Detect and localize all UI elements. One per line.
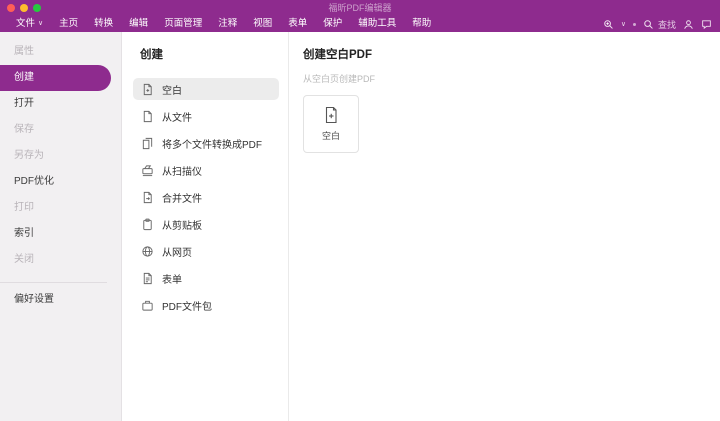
create-item-label: 从文件 xyxy=(162,112,192,124)
zoom-tools-icon[interactable] xyxy=(603,19,614,30)
combine-files-icon xyxy=(141,191,154,204)
close-window-button[interactable] xyxy=(7,4,15,12)
account-icon[interactable] xyxy=(683,19,694,30)
menu-convert[interactable]: 转换 xyxy=(86,16,121,32)
clipboard-icon xyxy=(141,218,154,231)
traffic-lights xyxy=(7,4,41,12)
create-item-combine-files[interactable]: 合并文件 xyxy=(133,186,279,208)
menu-help[interactable]: 帮助 xyxy=(404,16,439,32)
create-item-blank[interactable]: 空白 xyxy=(133,78,279,100)
blank-doc-icon xyxy=(141,83,154,96)
minimize-window-button[interactable] xyxy=(20,4,28,12)
menu-home[interactable]: 主页 xyxy=(51,16,86,32)
zoom-window-button[interactable] xyxy=(33,4,41,12)
create-item-from-scanner[interactable]: 从扫描仪 xyxy=(133,159,279,181)
menu-file-label: 文件 xyxy=(16,18,36,29)
menu-page-management[interactable]: 页面管理 xyxy=(156,16,210,32)
create-list: 空白 从文件 将多个文件转换成PDF 从扫描仪 合并文件 从剪贴板 从网页 表单… xyxy=(133,78,288,316)
detail-panel: 创建空白PDF 从空白页创建PDF 空白 xyxy=(289,32,720,421)
create-item-pdf-portfolio[interactable]: PDF文件包 xyxy=(133,294,279,316)
sidebar-item-pdf-optimize[interactable]: PDF优化 xyxy=(0,169,121,195)
chevron-down-icon[interactable]: ∨ xyxy=(621,20,626,28)
menu-file[interactable]: 文件 ∨ xyxy=(8,16,51,32)
find-field-label[interactable]: 查找 xyxy=(658,18,676,31)
portfolio-icon xyxy=(141,299,154,312)
multiple-files-icon xyxy=(141,137,154,150)
menu-view[interactable]: 视图 xyxy=(245,16,280,32)
create-item-form[interactable]: 表单 xyxy=(133,267,279,289)
sidebar-item-close: 关闭 xyxy=(14,254,34,265)
create-item-from-file[interactable]: 从文件 xyxy=(133,105,279,127)
titlebar: 福昕PDF编辑器 xyxy=(0,0,720,16)
create-panel: 创建 空白 从文件 将多个文件转换成PDF 从扫描仪 合并文件 从剪贴板 从网页… xyxy=(122,32,289,421)
sidebar-item-save: 保存 xyxy=(14,124,34,135)
create-item-label: 合并文件 xyxy=(162,193,202,205)
detail-panel-title: 创建空白PDF xyxy=(303,49,372,61)
backstage-view: 属性 创建 打开 保存 另存为 PDF优化 打印 索引 关闭 偏好设置 创建 空… xyxy=(0,32,720,421)
new-blank-doc-icon xyxy=(322,106,340,124)
create-item-multiple-files[interactable]: 将多个文件转换成PDF xyxy=(133,132,279,154)
blank-pdf-card[interactable]: 空白 xyxy=(303,95,359,153)
sidebar-item-open[interactable]: 打开 xyxy=(0,91,121,117)
menu-comment[interactable]: 注释 xyxy=(210,16,245,32)
create-item-label: 表单 xyxy=(162,274,182,286)
create-item-label: 从扫描仪 xyxy=(162,166,202,178)
file-icon xyxy=(141,110,154,123)
create-item-from-web-page[interactable]: 从网页 xyxy=(133,240,279,262)
sidebar-item-index[interactable]: 索引 xyxy=(0,221,121,247)
scanner-icon xyxy=(141,164,154,177)
chat-icon[interactable] xyxy=(701,19,712,30)
create-item-label: 从网页 xyxy=(162,247,192,259)
sidebar-item-properties: 属性 xyxy=(14,46,34,57)
sidebar-divider xyxy=(0,282,107,283)
sidebar-item-preferences[interactable]: 偏好设置 xyxy=(0,287,121,313)
search-icon[interactable] xyxy=(643,19,654,30)
menu-accessibility[interactable]: 辅助工具 xyxy=(350,16,404,32)
form-icon xyxy=(141,272,154,285)
create-panel-title: 创建 xyxy=(140,49,163,61)
separator-dot xyxy=(632,22,636,26)
create-item-label: 从剪贴板 xyxy=(162,220,202,232)
create-item-from-clipboard[interactable]: 从剪贴板 xyxy=(133,213,279,235)
menu-edit[interactable]: 编辑 xyxy=(121,16,156,32)
create-item-label: PDF文件包 xyxy=(162,301,212,313)
web-icon xyxy=(141,245,154,258)
menu-protect[interactable]: 保护 xyxy=(315,16,350,32)
detail-panel-subtitle: 从空白页创建PDF xyxy=(303,74,376,84)
sidebar: 属性 创建 打开 保存 另存为 PDF优化 打印 索引 关闭 偏好设置 xyxy=(0,32,122,421)
create-item-label: 空白 xyxy=(162,85,182,97)
blank-pdf-card-label: 空白 xyxy=(321,131,340,141)
menubar: 文件 ∨ 主页 转换 编辑 页面管理 注释 视图 表单 保护 辅助工具 帮助 ∨… xyxy=(0,16,720,32)
sidebar-item-save-as: 另存为 xyxy=(14,150,44,161)
chevron-down-icon: ∨ xyxy=(38,20,44,27)
window-title: 福昕PDF编辑器 xyxy=(328,3,392,13)
menu-form[interactable]: 表单 xyxy=(280,16,315,32)
create-item-label: 将多个文件转换成PDF xyxy=(162,139,262,151)
sidebar-item-print: 打印 xyxy=(14,202,34,213)
menubar-right-tools: ∨ 查找 xyxy=(603,18,712,31)
sidebar-item-create[interactable]: 创建 xyxy=(0,65,111,91)
